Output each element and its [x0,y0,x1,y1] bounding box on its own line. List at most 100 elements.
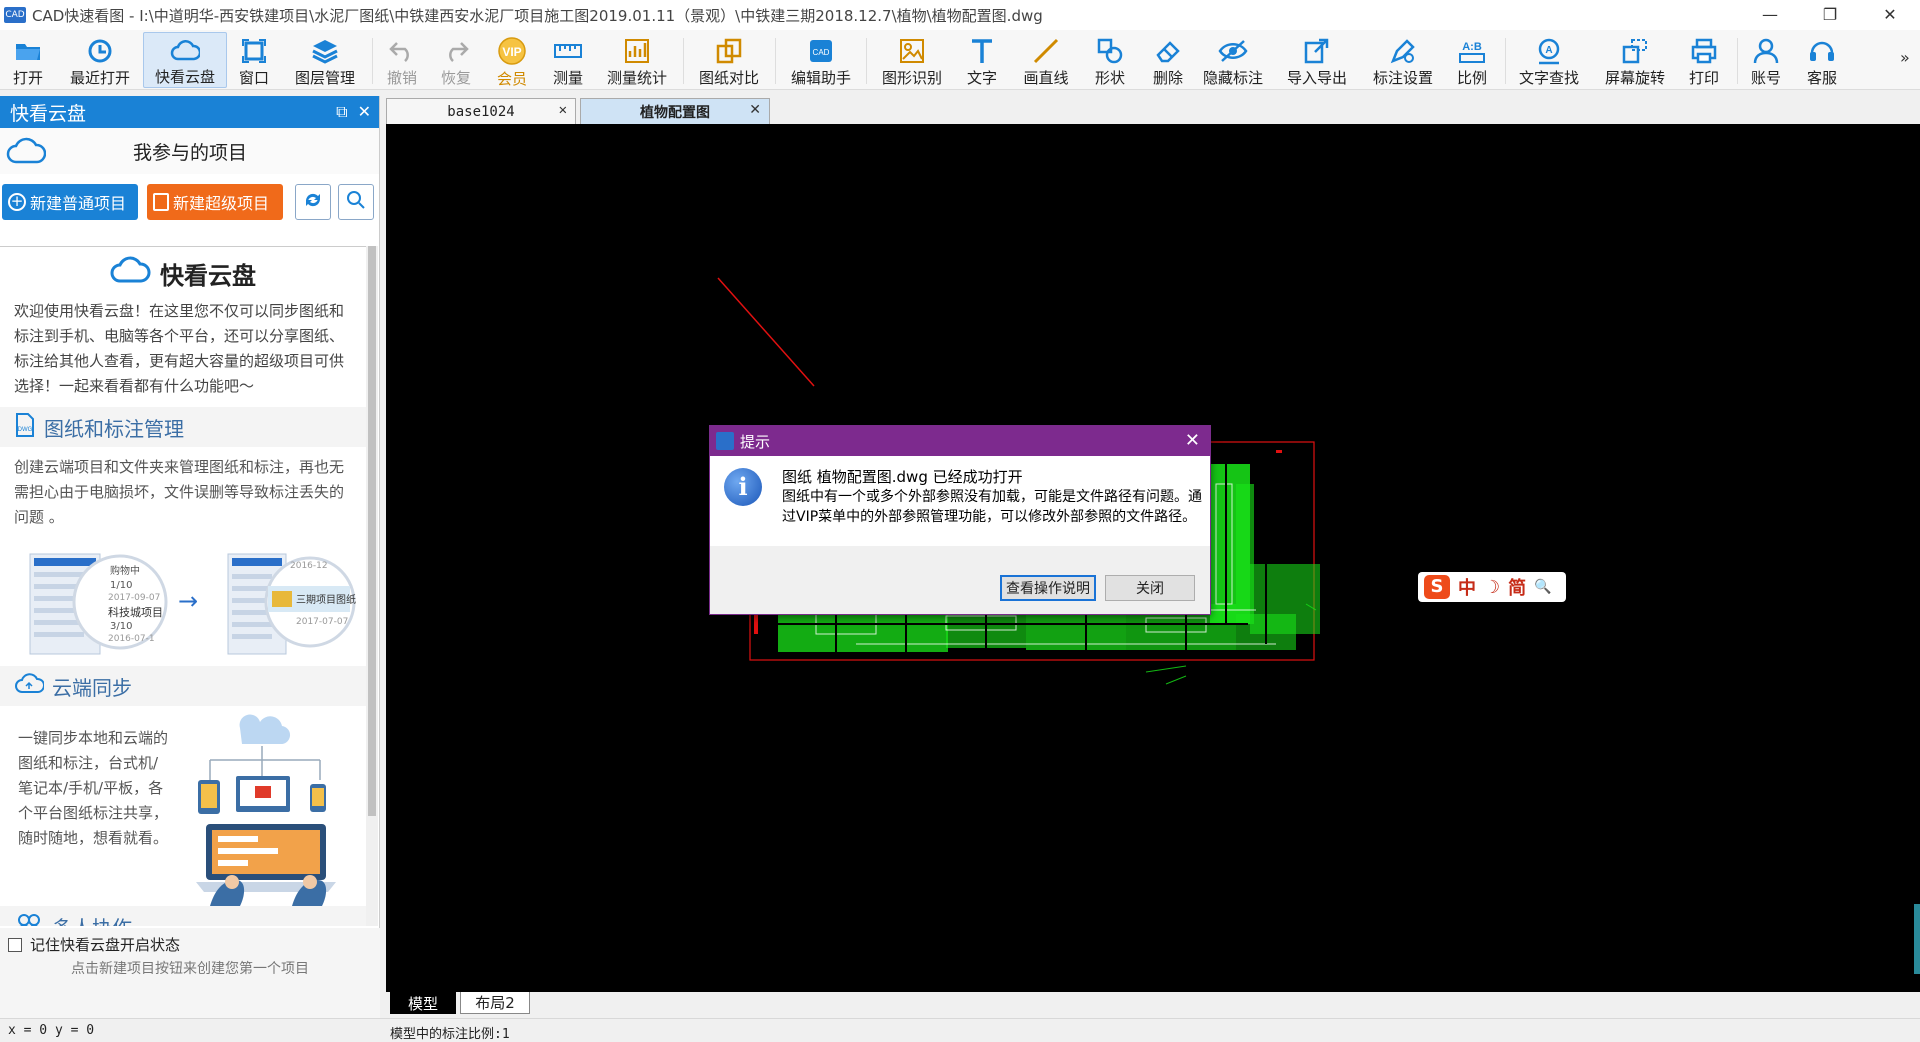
cloud-icon [110,255,152,291]
scrollbar-thumb[interactable] [368,246,376,816]
toolbar-cloud-button[interactable]: 快看云盘 [143,32,227,88]
toolbar-undo-button[interactable]: 撤销 [382,32,422,88]
toolbar-separator [866,38,867,84]
dwg-file-icon: DWG [14,412,36,443]
tab-base1024[interactable]: base1024 ✕ [386,98,576,124]
scale-badge: A:B [1462,41,1482,53]
tab-close-icon[interactable]: ✕ [749,102,761,118]
illus-left-project: 科技城项目 [108,605,163,619]
toolbar-more-button[interactable]: » [1900,48,1910,67]
section-drawing-management-text: 创建云端项目和文件夹来管理图纸和标注，再也无需担心由于电脑损坏，文件误删等导致标… [14,458,345,526]
toolbar-edit-assistant-button[interactable]: CAD 编辑助手 [786,32,856,88]
folder-open-icon [13,36,43,65]
window-title: CAD快速看图 - I:\中道明华-西安铁建项目\水泥厂图纸\中铁建西安水泥厂项… [32,6,1043,25]
illus-left-date3: 3/10 [110,621,132,632]
panel-close-icon[interactable]: ✕ [358,102,371,122]
tab-close-icon[interactable]: ✕ [559,102,567,118]
svg-text:CAD: CAD [813,48,830,57]
checkbox-box[interactable] [8,937,22,952]
toolbar-redo-button[interactable]: 恢复 [436,32,476,88]
toolbar-measure-stats-button[interactable]: 测量统计 [602,32,672,88]
illus-left-date4: 2016-07-1 [108,634,155,644]
tab-planting-plan[interactable]: 植物配置图 ✕ [580,98,770,124]
cloud-sync-row: 一键同步本地和云端的图纸和标注，台式机/笔记本/手机/平板，各个平台图纸标注共享… [0,706,366,906]
new-super-project-button[interactable]: 新建超级项目 [147,184,283,220]
project-title: 我参与的项目 [132,141,247,164]
plus-circle-icon: + [8,193,26,211]
toolbar-hide-annotation-button[interactable]: 隐藏标注 [1198,32,1268,88]
close-button[interactable]: ✕ [1860,0,1920,30]
dialog-close-button[interactable]: 关闭 [1105,575,1195,601]
remember-state-checkbox[interactable]: 记住快看云盘开启状态 [8,934,180,955]
toolbar-import-export-button[interactable]: 导入导出 [1282,32,1352,88]
tab-model[interactable]: 模型 [390,992,456,1014]
toolbar-layers-button[interactable]: 图层管理 [290,32,360,88]
toolbar-measure-button[interactable]: 测量 [546,32,590,88]
ime-simplified-toggle[interactable]: 简 [1508,574,1526,600]
cloud-panel-title: 快看云盘 [10,102,87,125]
toolbar-open-button[interactable]: 打开 [6,32,50,88]
toolbar-separator [683,38,684,84]
ruler-icon [553,36,583,65]
layout-tabs: 模型 布局2 [386,992,1920,1014]
shapes-icon [1095,36,1125,65]
illus-left-date1: 1/10 [110,580,132,591]
ime-mode-toggle[interactable]: 中 [1458,574,1476,600]
panel-scrollbar[interactable] [366,246,378,926]
toolbar-scale-button[interactable]: A:B 比例 [1450,32,1494,88]
toolbar-vip-button[interactable]: VIP 会员 [490,32,534,88]
brand-title: 快看云盘 [0,251,366,295]
panel-float-icon[interactable]: ⧉ [336,102,347,122]
cloud-panel: 快看云盘 ⧉ ✕ 我参与的项目 + 新建普通项目 新建超级项目 快看云盘 欢迎使… [0,96,380,1024]
dialog-title-bar: 提示 ✕ [710,426,1210,456]
toolbar-window-button[interactable]: 窗口 [232,32,276,88]
section-cloud-sync: 云端同步 [0,666,366,706]
cloud-panel-footer: 记住快看云盘开启状态 点击新建项目按钮来创建您第一个项目 [0,928,380,1024]
search-button[interactable] [338,184,374,220]
section-collaboration: 多人协作 [0,906,366,926]
ime-search-icon[interactable]: 🔍 [1534,579,1551,595]
drawing-management-illustration: 购物中 1/10 2017-09-07 科技城项目 3/10 2016-07-1… [0,536,366,666]
toolbar-account-button[interactable]: 账号 [1744,32,1788,88]
new-normal-project-button[interactable]: + 新建普通项目 [2,184,138,220]
toolbar-text-search-button[interactable]: A 文字查找 [1514,32,1584,88]
view-instructions-button[interactable]: 查看操作说明 [1000,575,1096,601]
toolbar-separator [775,38,776,84]
document-icon [153,193,169,211]
ime-moon-icon[interactable]: ☽ [1484,577,1500,598]
toolbar-delete-button[interactable]: 删除 [1146,32,1190,88]
sync-button[interactable] [295,184,331,220]
text-search-icon: A [1534,36,1564,65]
measure-stats-icon [622,36,652,65]
dialog-close-icon[interactable]: ✕ [1185,430,1200,451]
tab-layout2[interactable]: 布局2 [460,992,530,1014]
eraser-icon [1153,36,1183,65]
minimize-button[interactable]: — [1740,0,1800,30]
toolbar-annotation-settings-button[interactable]: 标注设置 [1368,32,1438,88]
ime-status-bar[interactable]: S 中 ☽ 简 🔍 [1418,572,1566,602]
restore-button[interactable]: ❐ [1800,0,1860,30]
intro-text: 欢迎使用快看云盘！在这里您不仅可以同步图纸和标注到手机、电脑等各个平台，还可以分… [14,302,345,395]
toolbar-shapes-button[interactable]: 形状 [1088,32,1132,88]
headset-icon [1807,36,1837,65]
vip-badge: VIP [502,45,521,59]
section-drawing-management: DWG 图纸和标注管理 [0,407,366,447]
toolbar-text-button[interactable]: 文字 [960,32,1004,88]
toolbar-recent-button[interactable]: 最近打开 [64,32,136,88]
project-header: 我参与的项目 [0,128,379,174]
document-tabs: base1024 ✕ 植物配置图 ✕ [384,96,1920,124]
window-controls: — ❐ ✕ [1740,0,1920,30]
toolbar-shape-recognize-button[interactable]: 图形识别 [877,32,947,88]
toolbar-separator [372,38,373,84]
toolbar-support-button[interactable]: 客服 [1800,32,1844,88]
cloud-intro-content: 快看云盘 欢迎使用快看云盘！在这里您不仅可以同步图纸和标注到手机、电脑等各个平台… [0,246,366,926]
redo-icon [441,36,471,65]
toolbar-rotate-screen-button[interactable]: 屏幕旋转 [1600,32,1670,88]
toolbar-line-button[interactable]: 画直线 [1018,32,1074,88]
undo-icon [387,36,417,65]
toolbar-compare-button[interactable]: 图纸对比 [694,32,764,88]
title-bar: CAD CAD快速看图 - I:\中道明华-西安铁建项目\水泥厂图纸\中铁建西安… [0,0,1920,30]
info-icon: i [724,468,762,506]
illus-right-date1: 2016-12 [290,561,328,571]
toolbar-print-button[interactable]: 打印 [1682,32,1726,88]
